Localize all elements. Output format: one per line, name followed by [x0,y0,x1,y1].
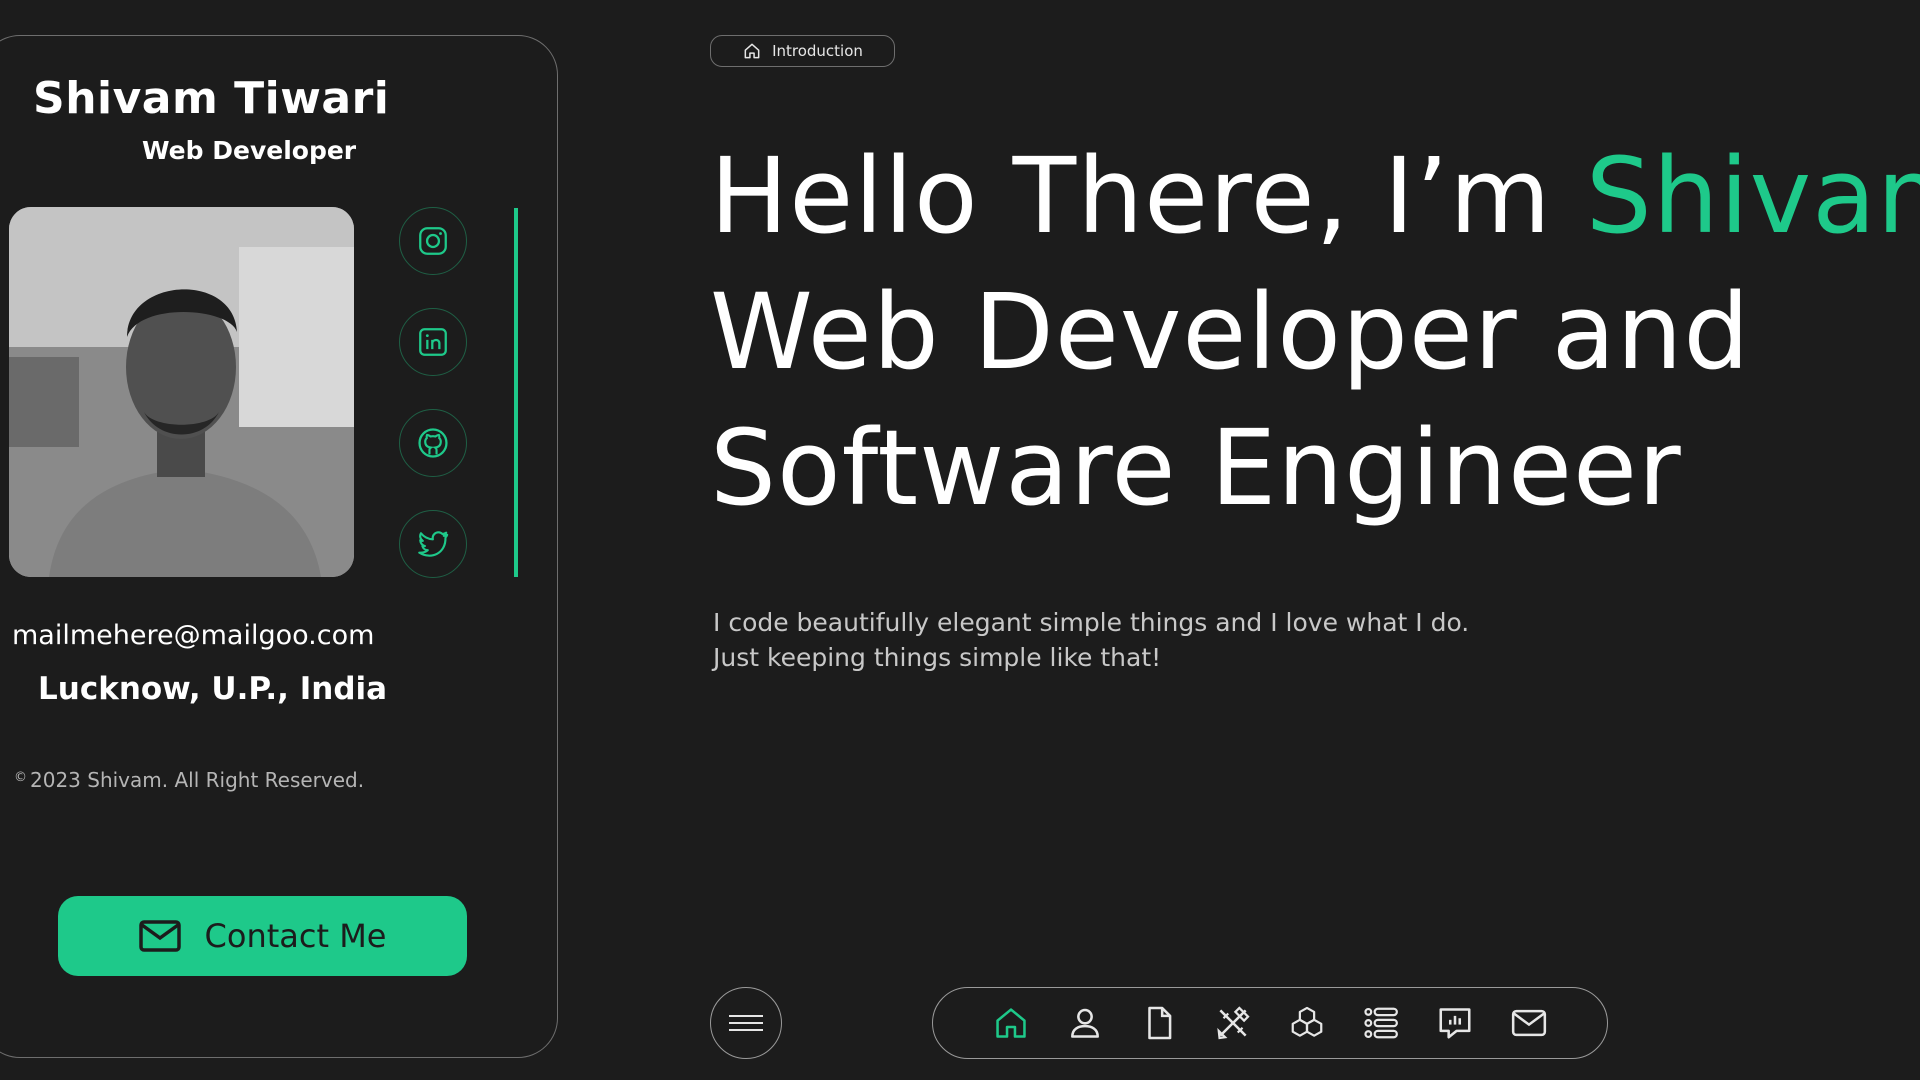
profile-role: Web Developer [142,136,357,165]
nav-services[interactable] [1214,1003,1252,1043]
copyright-label: 2023 Shivam. All Right Reserved. [30,768,365,792]
home-icon [744,43,760,59]
tagline-line-1: I code beautifully elegant simple things… [713,608,1470,637]
hero-greeting: Hello There, I’m [710,135,1586,257]
hero-line-2: Web Developer and [710,271,1751,393]
copyright-symbol: © [14,770,27,785]
hero-tagline: I code beautifully elegant simple things… [713,605,1469,675]
github-icon [418,428,448,458]
copyright-text: © 2023 Shivam. All Right Reserved. [14,768,364,792]
social-divider [514,208,518,577]
nav-skills[interactable] [1288,1003,1326,1043]
instagram-link[interactable] [399,207,467,275]
github-link[interactable] [399,409,467,477]
resume-icon [1148,1006,1172,1040]
testimonials-icon [1439,1008,1471,1039]
skills-icon [1291,1006,1323,1037]
services-icon [1217,1006,1250,1040]
portfolio-page: Shivam Tiwari Web Developer mailmehere@m… [0,0,1920,1080]
user-icon [1071,1008,1099,1038]
menu-button[interactable] [710,987,782,1059]
bottom-nav [932,987,1608,1059]
hamburger-icon [729,1015,763,1031]
nav-home[interactable] [992,1003,1030,1043]
mail-icon [1511,1009,1547,1037]
nav-contact[interactable] [1510,1003,1548,1043]
linkedin-link[interactable] [399,308,467,376]
tagline-line-2: Just keeping things simple like that! [713,643,1162,672]
hero-name: Shivam, [1585,135,1920,257]
portfolio-icon [1364,1007,1398,1039]
contact-me-button[interactable]: Contact Me [58,896,467,976]
hero-heading: Hello There, I’m Shivam, Web Developer a… [710,128,1920,536]
section-chip-label: Introduction [772,42,863,60]
profile-email[interactable]: mailmehere@mailgoo.com [12,620,374,651]
profile-location: Lucknow, U.P., India [38,671,388,707]
instagram-icon [419,227,447,255]
nav-resume[interactable] [1140,1003,1178,1043]
nav-portfolio[interactable] [1362,1003,1400,1043]
nav-about[interactable] [1066,1003,1104,1043]
profile-name: Shivam Tiwari [33,73,390,124]
linkedin-icon [419,328,447,356]
profile-photo [9,207,354,577]
hero-line-3: Software Engineer [710,407,1682,529]
twitter-link[interactable] [399,510,467,578]
hero-line-1: Hello There, I’m Shivam, [710,128,1920,264]
section-chip-introduction: Introduction [710,35,895,67]
mail-icon [138,920,181,952]
home-icon [996,1008,1026,1038]
contact-me-label: Contact Me [204,917,387,955]
nav-testimonials[interactable] [1436,1003,1474,1043]
twitter-icon [418,531,449,557]
